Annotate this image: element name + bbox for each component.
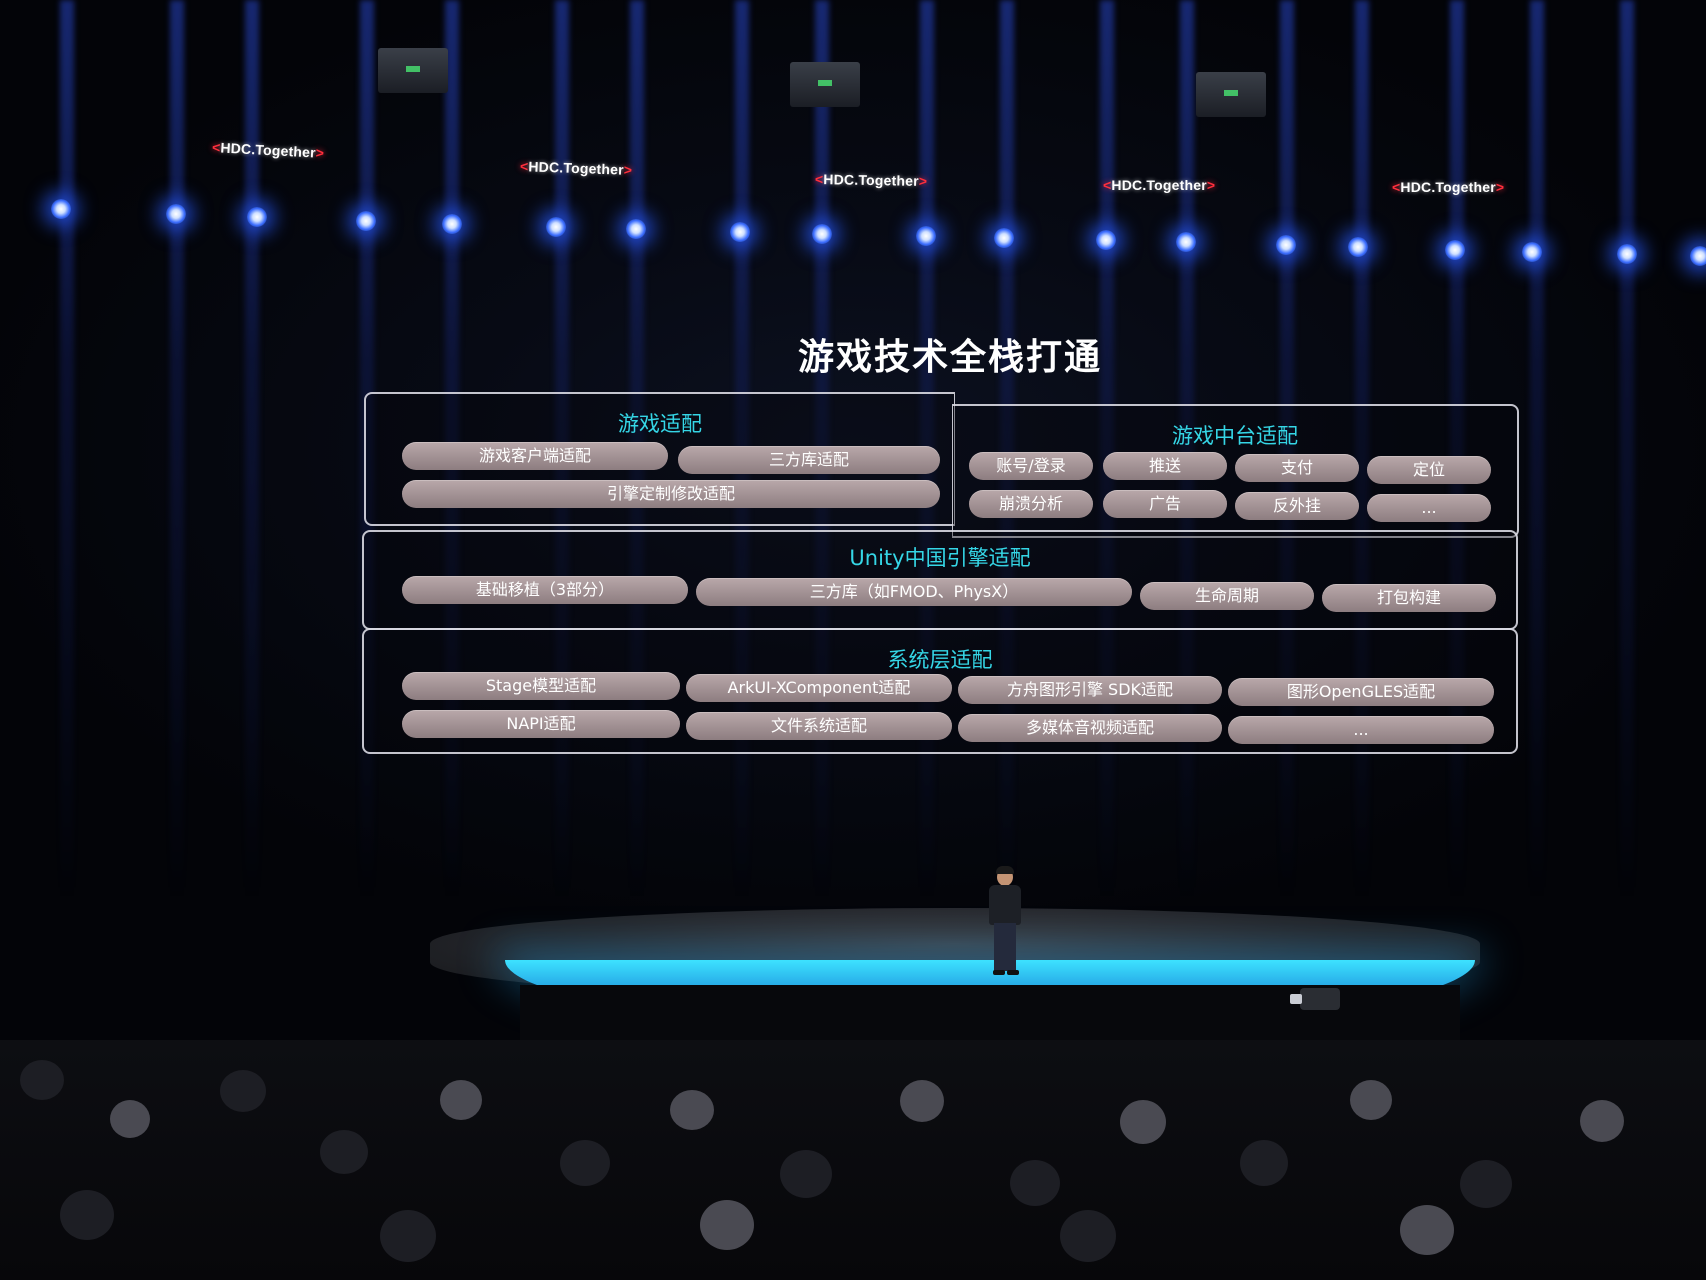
pill: 游戏客户端适配 xyxy=(402,442,668,470)
pill: 广告 xyxy=(1103,490,1227,518)
ceiling-speaker xyxy=(790,62,860,107)
spotlight xyxy=(1348,237,1368,257)
conference-scene: <HDC.Together> <HDC.Together> <HDC.Toget… xyxy=(0,0,1706,1280)
system-layer-adaptation-panel: 系统层适配 Stage模型适配 ArkUI-XComponent适配 方舟图形引… xyxy=(362,628,1518,754)
event-sign: <HDC.Together> xyxy=(1392,179,1505,195)
spotlight xyxy=(247,207,267,227)
spotlight xyxy=(51,199,71,219)
spotlight xyxy=(166,204,186,224)
spotlight xyxy=(994,228,1014,248)
spotlight xyxy=(812,224,832,244)
panel-title: 系统层适配 xyxy=(887,648,993,672)
pill: Stage模型适配 xyxy=(402,672,680,700)
spotlight xyxy=(1690,246,1706,266)
speaker-person xyxy=(985,866,1025,976)
spotlight xyxy=(1522,242,1542,262)
panel-title: Unity中国引擎适配 xyxy=(849,546,1031,570)
spotlight xyxy=(442,214,462,234)
pill: NAPI适配 xyxy=(402,710,680,738)
pill: 支付 xyxy=(1235,454,1359,482)
pill: 方舟图形引擎 SDK适配 xyxy=(958,676,1222,704)
game-adaptation-panel: 游戏适配 游戏客户端适配 三方库适配 引擎定制修改适配 xyxy=(364,392,955,526)
pill: 打包构建 xyxy=(1322,584,1496,612)
spotlight xyxy=(1096,230,1116,250)
pill: 三方库适配 xyxy=(678,446,940,474)
pill: 基础移植（3部分） xyxy=(402,576,688,604)
pill: 定位 xyxy=(1367,456,1491,484)
spotlight xyxy=(1176,232,1196,252)
unity-adaptation-panel: Unity中国引擎适配 基础移植（3部分） 三方库（如FMOD、PhysX） 生… xyxy=(362,530,1518,630)
spotlight xyxy=(730,222,750,242)
pill: ... xyxy=(1367,494,1491,522)
pill: 引擎定制修改适配 xyxy=(402,480,940,508)
spotlight xyxy=(626,219,646,239)
pill: 推送 xyxy=(1103,452,1227,480)
game-platform-adaptation-panel: 游戏中台适配 账号/登录 推送 支付 定位 崩溃分析 广告 反外挂 ... xyxy=(952,404,1519,538)
audience xyxy=(0,1040,1706,1280)
pill: 崩溃分析 xyxy=(969,490,1093,518)
slide-title: 游戏技术全栈打通 xyxy=(797,337,1102,378)
pill: 文件系统适配 xyxy=(686,712,952,740)
spotlight xyxy=(1617,244,1637,264)
spotlight xyxy=(1276,235,1296,255)
event-sign: <HDC.Together> xyxy=(519,158,633,178)
ceiling-speaker xyxy=(378,48,448,93)
event-sign: <HDC.Together> xyxy=(211,139,325,161)
spotlight xyxy=(1445,240,1465,260)
pill: ... xyxy=(1228,716,1494,744)
event-sign: <HDC.Together> xyxy=(1103,177,1216,193)
spotlight xyxy=(356,211,376,231)
pill: ArkUI-XComponent适配 xyxy=(686,674,952,702)
panel-title: 游戏适配 xyxy=(618,412,702,436)
event-sign: <HDC.Together> xyxy=(814,171,928,189)
pill: 多媒体音视频适配 xyxy=(958,714,1222,742)
spotlight xyxy=(916,226,936,246)
pill: 账号/登录 xyxy=(969,452,1093,480)
panel-title: 游戏中台适配 xyxy=(1172,424,1298,448)
pill: 生命周期 xyxy=(1140,582,1314,610)
pill: 三方库（如FMOD、PhysX） xyxy=(696,578,1132,606)
pill: 图形OpenGLES适配 xyxy=(1228,678,1494,706)
pill: 反外挂 xyxy=(1235,492,1359,520)
ceiling-speaker xyxy=(1196,72,1266,117)
spotlight xyxy=(546,217,566,237)
stage-camera xyxy=(1290,988,1340,1010)
